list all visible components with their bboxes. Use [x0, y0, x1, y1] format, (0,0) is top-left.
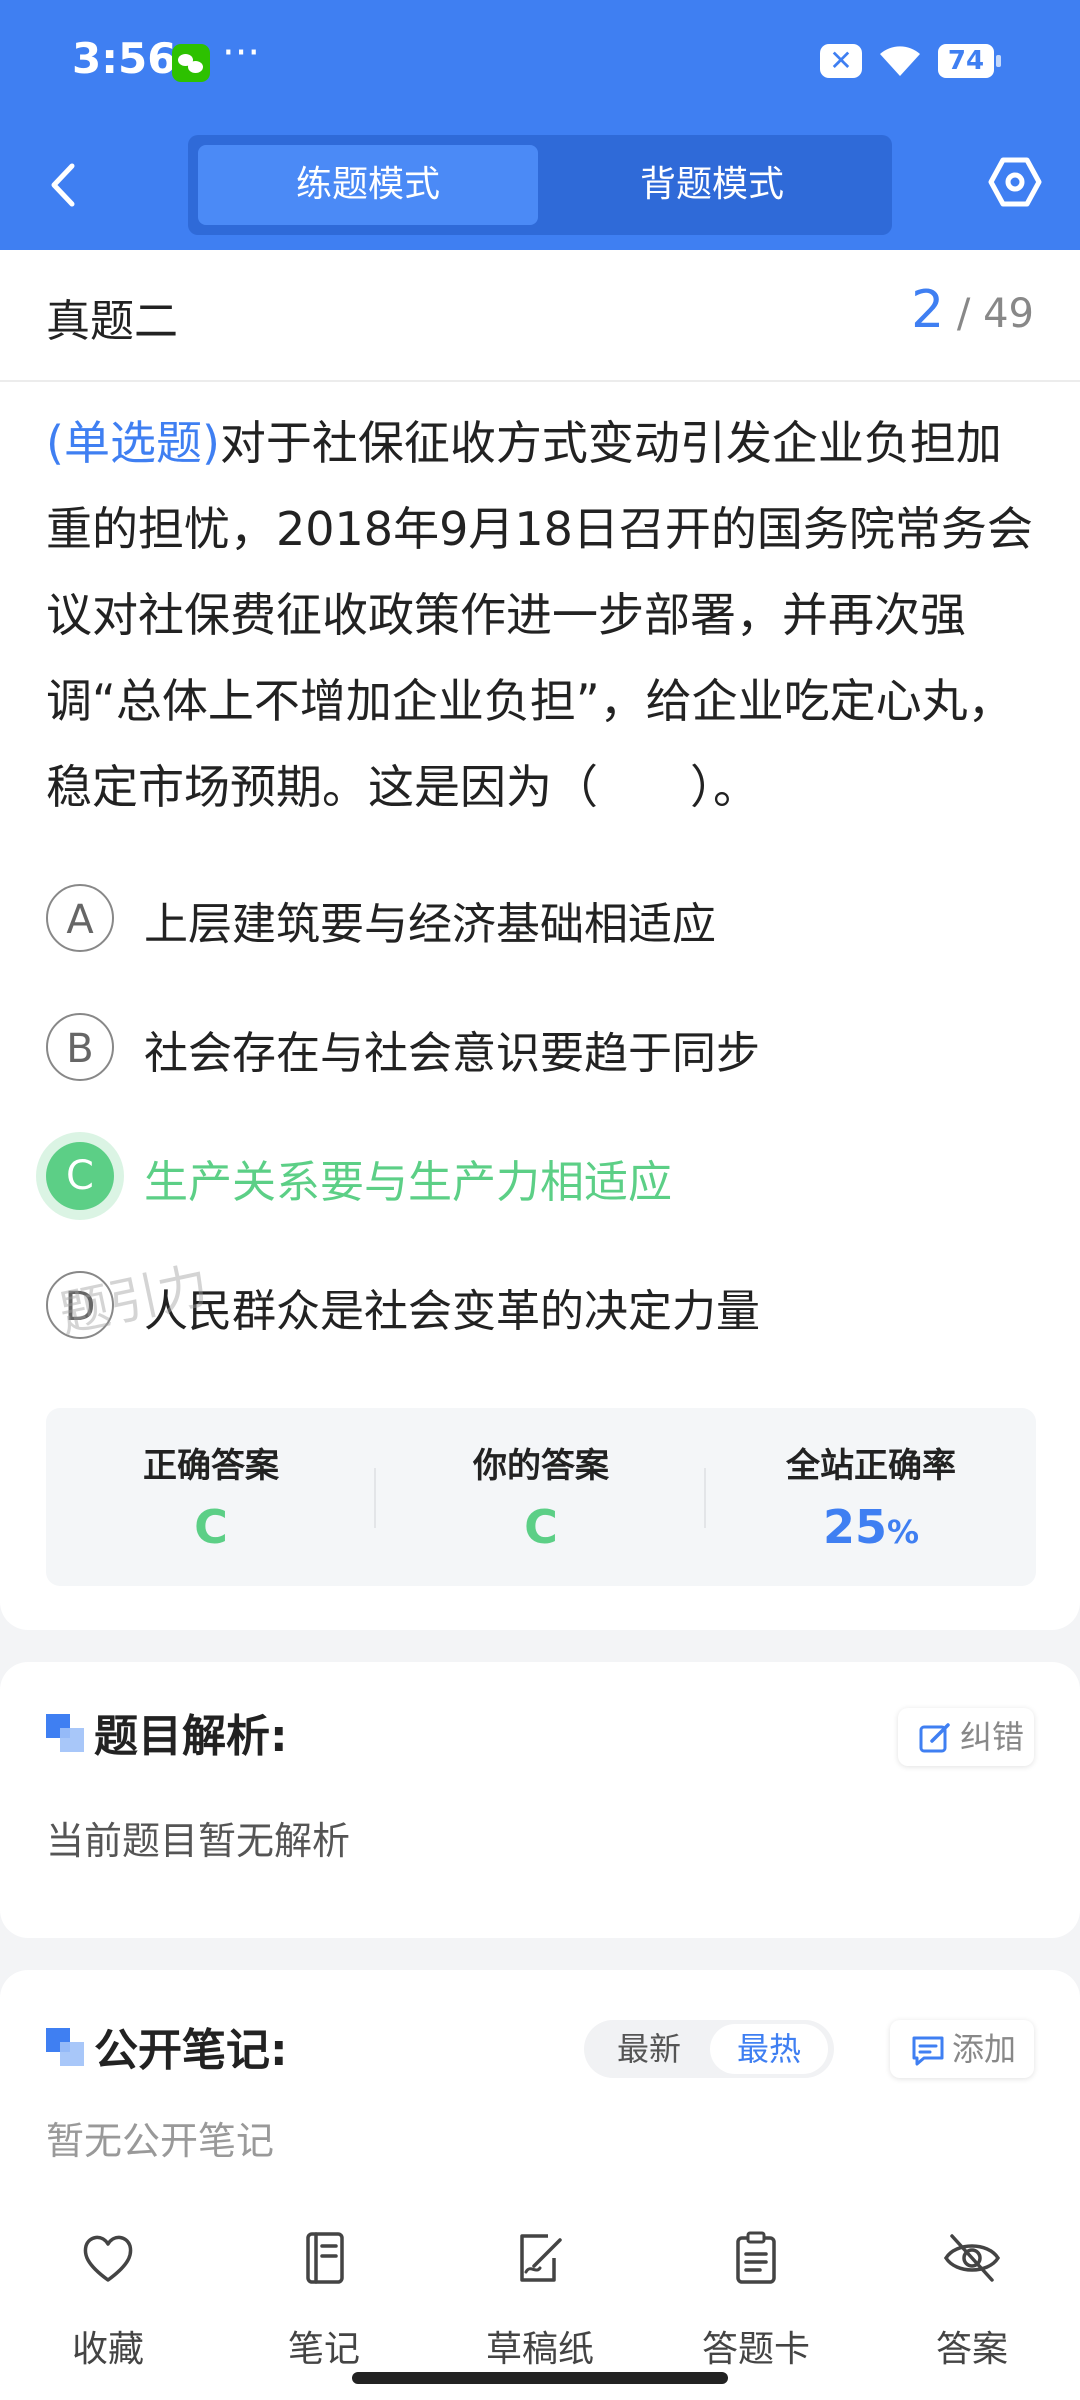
- answer-stats: 正确答案 C 你的答案 C 全站正确率 25%: [46, 1408, 1036, 1586]
- notes-card: 公开笔记: 最新 最热 添加 暂无公开笔记: [0, 1970, 1080, 2220]
- add-note-button[interactable]: 添加: [890, 2020, 1034, 2078]
- scratch-paper-label: 草稿纸: [485, 2329, 594, 2370]
- scratch-paper-button[interactable]: 草稿纸: [432, 2228, 648, 2378]
- question-text: 对于社保征收方式变动引发企业负担加重的担忧，2018年9月18日召开的国务院常务…: [46, 416, 1033, 814]
- notes-button[interactable]: 笔记: [216, 2228, 432, 2378]
- home-indicator[interactable]: [352, 2372, 728, 2384]
- current-question-number: 2: [911, 280, 945, 340]
- accuracy-unit: %: [886, 1513, 920, 1551]
- settings-icon[interactable]: [985, 152, 1045, 212]
- notes-sort-toggle: 最新 最热: [584, 2020, 834, 2078]
- question-stem: (单选题)对于社保征收方式变动引发企业负担加重的担忧，2018年9月18日召开的…: [46, 400, 1036, 830]
- option-letter: B: [46, 1013, 114, 1081]
- stat-label: 全站正确率: [786, 1446, 956, 1486]
- show-answer-label: 答案: [935, 2329, 1008, 2370]
- mode-switch: 练题模式 背题模式: [188, 135, 892, 235]
- sort-newest[interactable]: 最新: [590, 2024, 708, 2074]
- option-b[interactable]: B 社会存在与社会意识要趋于同步: [46, 1009, 1036, 1089]
- no-sim-icon: ✕: [820, 44, 862, 78]
- accuracy-number: 25: [822, 1500, 887, 1554]
- option-text: 上层建筑要与经济基础相适应: [144, 899, 716, 950]
- analysis-card: 题目解析: 纠错 当前题目暂无解析: [0, 1662, 1080, 1938]
- total-questions: / 49: [956, 291, 1034, 337]
- more-notifications-icon: ···: [222, 30, 261, 76]
- analysis-text: 当前题目暂无解析: [46, 1819, 351, 1863]
- section-icon: [46, 2028, 84, 2066]
- answer-sheet-label: 答题卡: [701, 2329, 810, 2370]
- clipboard-icon: [736, 2231, 776, 2284]
- app-header: 3:56 ··· ✕ 74 练题模式 背题模式: [0, 0, 1080, 250]
- draft-icon: [520, 2234, 562, 2282]
- heart-icon: [83, 2235, 133, 2282]
- back-arrow-icon[interactable]: [40, 150, 90, 220]
- report-error-label: 纠错: [960, 1718, 1025, 1756]
- notebook-icon: [306, 2232, 344, 2284]
- question-type: (单选题): [46, 416, 220, 470]
- favorite-button[interactable]: 收藏: [0, 2228, 216, 2378]
- question-counter: 2 / 49: [911, 280, 1034, 340]
- notes-label: 笔记: [287, 2329, 360, 2370]
- option-letter: A: [46, 884, 114, 952]
- sort-hottest[interactable]: 最热: [710, 2024, 828, 2074]
- tab-practice-mode[interactable]: 练题模式: [198, 145, 538, 225]
- bottom-toolbar: 收藏 笔记 草稿纸 答题卡 答案: [0, 2200, 1080, 2400]
- stat-label: 正确答案: [143, 1446, 279, 1486]
- option-text: 社会存在与社会意识要趋于同步: [144, 1028, 760, 1079]
- question-subheader: 真题二 2 / 49: [0, 250, 1080, 382]
- tab-memorize-mode[interactable]: 背题模式: [542, 145, 882, 225]
- answer-sheet-button[interactable]: 答题卡: [648, 2228, 864, 2378]
- stat-correct-answer: 正确答案 C: [46, 1408, 376, 1586]
- stat-site-accuracy: 全站正确率 25%: [706, 1408, 1036, 1586]
- wifi-icon: [880, 46, 920, 76]
- paper-title: 真题二: [46, 296, 178, 347]
- eye-off-icon: [943, 2234, 1001, 2282]
- stat-value: C: [524, 1500, 558, 1554]
- wechat-icon: [172, 44, 210, 82]
- report-error-button[interactable]: 纠错: [898, 1708, 1034, 1766]
- section-icon: [46, 1714, 84, 1752]
- status-time: 3:56: [72, 34, 177, 83]
- question-card: 真题二 2 / 49 (单选题)对于社保征收方式变动引发企业负担加重的担忧，20…: [0, 250, 1080, 1630]
- option-c[interactable]: C 生产关系要与生产力相适应: [46, 1138, 1036, 1218]
- favorite-label: 收藏: [71, 2329, 144, 2370]
- notes-empty-text: 暂无公开笔记: [46, 2119, 275, 2163]
- show-answer-button[interactable]: 答案: [864, 2228, 1080, 2378]
- option-letter: C: [46, 1142, 114, 1210]
- stat-your-answer: 你的答案 C: [376, 1408, 706, 1586]
- notes-title: 公开笔记:: [94, 2025, 288, 2076]
- add-note-label: 添加: [952, 2030, 1017, 2068]
- battery-icon: 74: [938, 44, 1001, 78]
- analysis-title: 题目解析:: [94, 1711, 288, 1762]
- edit-icon: [919, 1723, 950, 1753]
- option-text: 人民群众是社会变革的决定力量: [144, 1286, 760, 1337]
- option-a[interactable]: A 上层建筑要与经济基础相适应: [46, 880, 1036, 960]
- stat-value: 25%: [706, 1500, 1036, 1554]
- stat-label: 你的答案: [473, 1446, 609, 1486]
- stat-value: C: [194, 1500, 228, 1554]
- option-text: 生产关系要与生产力相适应: [144, 1157, 672, 1208]
- comment-icon: [912, 2036, 944, 2066]
- status-bar: 3:56 ··· ✕ 74: [0, 0, 1080, 125]
